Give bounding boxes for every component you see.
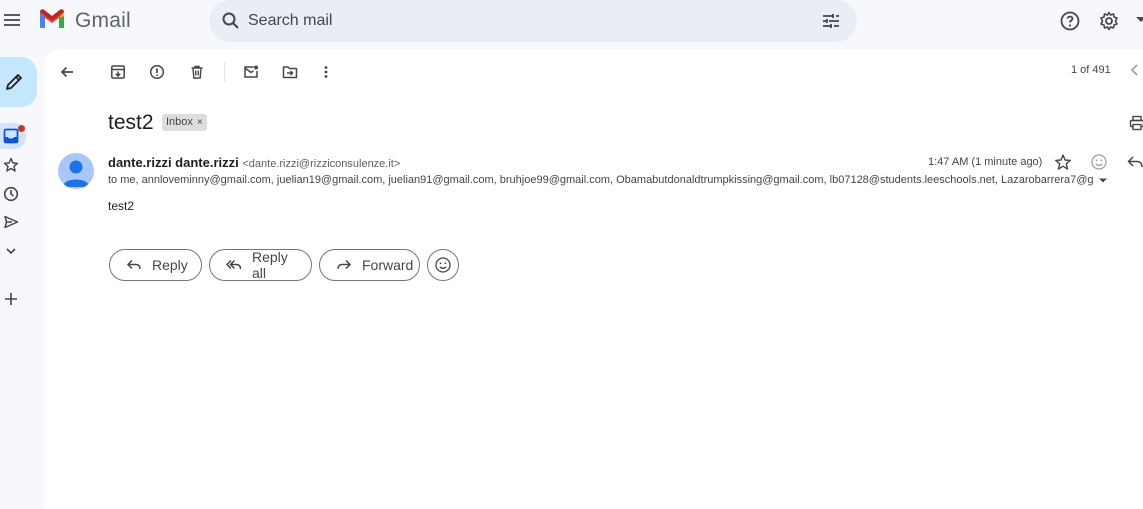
recipients-line: to me, annloveminny@gmail.com, juelian19… xyxy=(108,174,1094,186)
back-arrow-icon[interactable] xyxy=(55,60,79,84)
nav-sent-icon[interactable] xyxy=(3,214,27,238)
pencil-icon xyxy=(3,71,25,93)
move-to-folder-icon[interactable] xyxy=(278,60,302,84)
search-options-icon[interactable] xyxy=(821,11,841,31)
emoji-reaction-button[interactable] xyxy=(427,249,459,281)
main-menu-icon[interactable] xyxy=(2,10,22,30)
reply-all-label: Reply all xyxy=(252,249,295,281)
account-caret-icon[interactable] xyxy=(1136,16,1143,23)
sender-line: dante.rizzi dante.rizzi <dante.rizzi@riz… xyxy=(108,155,400,170)
forward-button[interactable]: Forward xyxy=(319,249,420,281)
delete-trash-icon[interactable] xyxy=(185,60,209,84)
message-view: 1 of 491 test2 Inbox × dante.rizzi dante… xyxy=(44,49,1143,509)
inbox-icon xyxy=(3,128,19,144)
nav-more-chevron-icon[interactable] xyxy=(3,243,27,267)
unread-badge xyxy=(18,125,25,132)
nav-inbox[interactable] xyxy=(0,123,26,149)
sender-email: <dante.rizzi@rizziconsulenze.it> xyxy=(242,158,400,170)
archive-icon[interactable] xyxy=(106,60,130,84)
settings-gear-icon[interactable] xyxy=(1098,10,1120,32)
reply-icon xyxy=(126,257,142,273)
star-icon[interactable] xyxy=(1054,153,1072,171)
forward-label: Forward xyxy=(362,257,413,273)
smiley-icon xyxy=(434,256,452,274)
nav-snoozed-icon[interactable] xyxy=(3,186,27,210)
email-body: test2 xyxy=(108,199,134,213)
reply-all-icon xyxy=(226,257,242,273)
pagination-count: 1 of 491 xyxy=(1071,64,1111,76)
previous-page-icon[interactable] xyxy=(1127,62,1141,78)
nav-starred-icon[interactable] xyxy=(3,157,27,181)
print-icon[interactable] xyxy=(1129,115,1143,131)
sender-avatar[interactable] xyxy=(58,153,94,189)
app-title[interactable]: Gmail xyxy=(75,9,131,33)
label-text: Inbox xyxy=(166,114,193,131)
gmail-logo[interactable] xyxy=(38,8,66,30)
reply-button[interactable]: Reply xyxy=(109,249,202,281)
email-subject: test2 xyxy=(108,111,154,135)
reply-label: Reply xyxy=(152,257,188,273)
remove-label-icon[interactable]: × xyxy=(197,114,203,131)
search-input[interactable] xyxy=(248,0,808,42)
help-icon[interactable] xyxy=(1059,10,1081,32)
add-reaction-icon[interactable] xyxy=(1090,153,1108,171)
reply-all-button[interactable]: Reply all xyxy=(209,249,312,281)
compose-button[interactable] xyxy=(0,57,37,107)
sender-name[interactable]: dante.rizzi dante.rizzi xyxy=(108,155,239,170)
more-options-icon[interactable] xyxy=(314,60,338,84)
forward-icon xyxy=(336,257,352,273)
email-timestamp: 1:47 AM (1 minute ago) xyxy=(928,156,1042,168)
show-details-caret-icon[interactable] xyxy=(1097,174,1109,186)
reply-arrow-icon[interactable] xyxy=(1126,153,1143,171)
new-label-plus-icon[interactable] xyxy=(3,291,27,315)
search-icon[interactable] xyxy=(221,11,241,31)
mark-unread-icon[interactable] xyxy=(239,60,263,84)
top-bar: Gmail xyxy=(0,0,1143,42)
inbox-label-chip[interactable]: Inbox × xyxy=(162,114,207,131)
toolbar-divider xyxy=(224,62,225,82)
report-spam-icon[interactable] xyxy=(145,60,169,84)
search-bar xyxy=(209,0,857,42)
